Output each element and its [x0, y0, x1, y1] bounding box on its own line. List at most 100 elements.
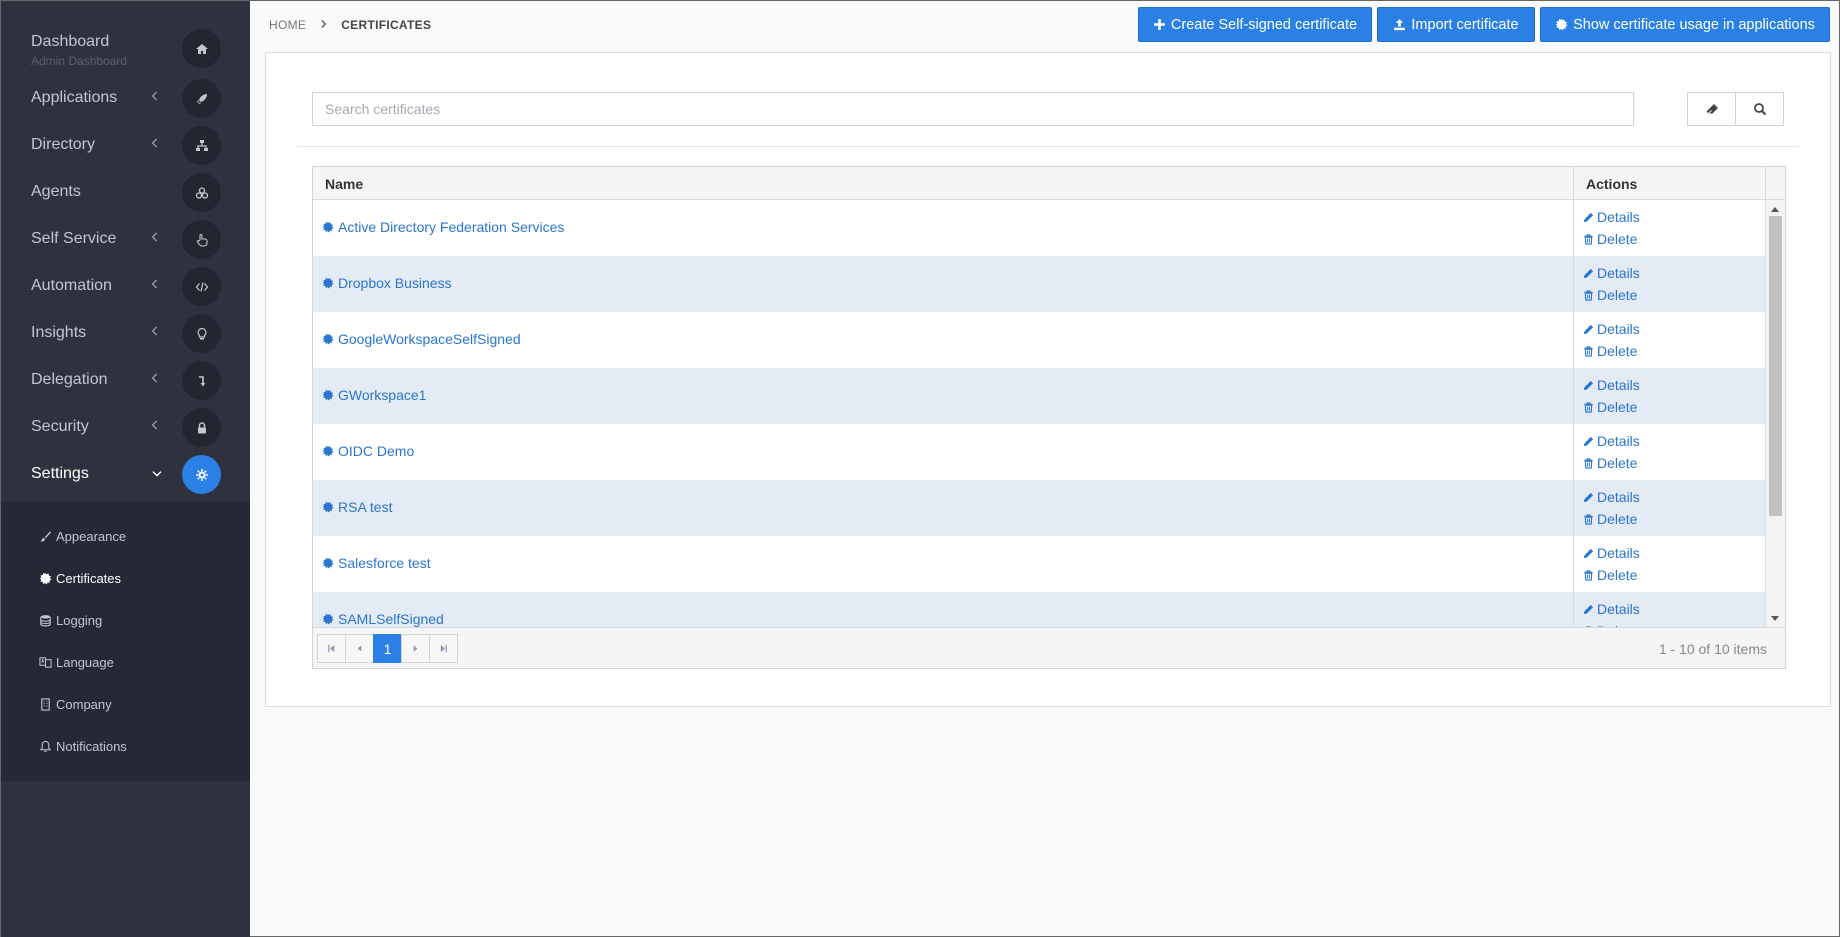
certificate-name-link[interactable]: Active Directory Federation Services	[322, 219, 564, 235]
submenu-item-appearance[interactable]: Appearance	[39, 524, 126, 548]
create-self-signed-certificate-button[interactable]: Create Self-signed certificate	[1138, 7, 1372, 42]
language-icon	[39, 656, 52, 668]
sidebar-item-security[interactable]: Security	[1, 404, 250, 451]
certificate-name-link[interactable]: Salesforce test	[322, 555, 431, 571]
sidebar-item-dashboard[interactable]: Dashboard Admin Dashboard	[1, 25, 250, 72]
sidebar-item-label: Settings	[31, 465, 89, 482]
delete-label: Delete	[1597, 287, 1638, 303]
delete-link[interactable]: Delete	[1583, 399, 1637, 415]
search-input[interactable]	[313, 93, 1633, 125]
details-link[interactable]: Details	[1583, 489, 1640, 505]
certificate-name-link[interactable]: Dropbox Business	[322, 275, 452, 291]
sidebar-item-label: Agents	[31, 183, 81, 200]
pencil-icon	[1583, 212, 1594, 222]
certificate-name-link[interactable]: GoogleWorkspaceSelfSigned	[322, 331, 521, 347]
row-actions: Details Delete	[1573, 368, 1765, 424]
breadcrumb-home[interactable]: HOME	[269, 18, 306, 32]
details-link[interactable]: Details	[1583, 377, 1640, 393]
header-scroll-spacer	[1765, 167, 1785, 200]
show-certificate-usage-button[interactable]: Show certificate usage in applications	[1540, 7, 1830, 42]
certificate-icon	[322, 277, 334, 289]
import-certificate-button[interactable]: Import certificate	[1377, 7, 1535, 42]
database-icon	[40, 614, 51, 626]
breadcrumb: HOME CERTIFICATES	[269, 17, 431, 32]
column-header-name[interactable]: Name	[325, 176, 363, 192]
row-actions: Details Delete	[1573, 424, 1765, 480]
sidebar: Dashboard Admin Dashboard Applications D…	[1, 1, 250, 937]
chevron-left-icon	[151, 136, 163, 152]
table-row: Salesforce test Details Delete	[313, 536, 1765, 592]
search-button[interactable]	[1735, 92, 1784, 126]
scroll-down-arrow-icon[interactable]	[1771, 616, 1779, 621]
table-row: SAMLSelfSigned Details Delete	[313, 592, 1765, 627]
settings-submenu: Appearance Certificates Logging Language…	[1, 501, 250, 781]
sidebar-item-applications[interactable]: Applications	[1, 75, 250, 122]
row-actions: Details Delete	[1573, 536, 1765, 592]
grid-scrollbar[interactable]	[1765, 200, 1785, 627]
delete-label: Delete	[1597, 511, 1638, 527]
certificate-icon	[1555, 18, 1568, 31]
submenu-item-label: Notifications	[56, 738, 127, 754]
column-header-actions: Actions	[1586, 176, 1638, 192]
scroll-thumb[interactable]	[1769, 216, 1782, 516]
delete-label: Delete	[1597, 399, 1638, 415]
grid-header: Name Actions	[313, 167, 1785, 200]
previous-page-button[interactable]	[345, 634, 374, 663]
sidebar-item-settings[interactable]: Settings	[1, 451, 250, 498]
chevron-right-icon	[320, 17, 327, 32]
submenu-item-notifications[interactable]: Notifications	[39, 734, 127, 758]
first-page-icon	[328, 644, 335, 653]
sidebar-item-insights[interactable]: Insights	[1, 310, 250, 357]
sidebar-item-agents[interactable]: Agents	[1, 169, 250, 216]
details-label: Details	[1597, 433, 1640, 449]
trash-icon	[1584, 289, 1593, 301]
certificate-name-link[interactable]: RSA test	[322, 499, 392, 515]
submenu-item-company[interactable]: Company	[39, 692, 112, 716]
row-actions: Details Delete	[1573, 480, 1765, 536]
submenu-item-label: Certificates	[56, 570, 122, 586]
certificate-name: SAMLSelfSigned	[338, 611, 444, 627]
details-link[interactable]: Details	[1583, 433, 1640, 449]
delete-link[interactable]: Delete	[1583, 231, 1637, 247]
home-icon	[182, 29, 221, 68]
submenu-item-certificates[interactable]: Certificates	[39, 566, 121, 590]
next-page-button[interactable]	[401, 634, 430, 663]
sidebar-item-directory[interactable]: Directory	[1, 122, 250, 169]
details-label: Details	[1597, 209, 1640, 225]
certificate-icon	[322, 333, 334, 345]
delete-link[interactable]: Delete	[1583, 567, 1637, 583]
scroll-up-arrow-icon[interactable]	[1771, 207, 1779, 212]
details-link[interactable]: Details	[1583, 601, 1640, 617]
grid-body: Active Directory Federation Services Det…	[313, 200, 1765, 627]
details-link[interactable]: Details	[1583, 545, 1640, 561]
submenu-item-logging[interactable]: Logging	[39, 608, 102, 632]
column-header-actions-cell: Actions	[1573, 167, 1785, 200]
delete-link[interactable]: Delete	[1583, 511, 1637, 527]
details-link[interactable]: Details	[1583, 265, 1640, 281]
hand-pointer-icon	[182, 220, 221, 259]
next-page-icon	[413, 645, 418, 652]
sidebar-item-delegation[interactable]: Delegation	[1, 357, 250, 404]
table-row: OIDC Demo Details Delete	[313, 424, 1765, 480]
certificates-panel: Name Actions Active Directory Federation…	[265, 52, 1831, 707]
first-page-button[interactable]	[317, 634, 346, 663]
last-page-button[interactable]	[429, 634, 458, 663]
pencil-icon	[1583, 604, 1594, 614]
page-1-button[interactable]: 1	[373, 634, 402, 663]
delete-link[interactable]: Delete	[1583, 343, 1637, 359]
sidebar-item-automation[interactable]: Automation	[1, 263, 250, 310]
sidebar-item-self-service[interactable]: Self Service	[1, 216, 250, 263]
delete-link[interactable]: Delete	[1583, 287, 1637, 303]
submenu-item-language[interactable]: Language	[39, 650, 114, 674]
certificate-icon	[39, 571, 52, 585]
certificate-name-link[interactable]: GWorkspace1	[322, 387, 426, 403]
sidebar-item-sublabel: Admin Dashboard	[31, 54, 128, 68]
certificate-name-link[interactable]: OIDC Demo	[322, 443, 414, 459]
clear-search-button[interactable]	[1687, 92, 1736, 126]
submenu-item-label: Language	[56, 654, 114, 670]
details-link[interactable]: Details	[1583, 209, 1640, 225]
delete-link[interactable]: Delete	[1583, 455, 1637, 471]
certificates-grid: Name Actions Active Directory Federation…	[312, 166, 1786, 669]
certificate-name-link[interactable]: SAMLSelfSigned	[322, 611, 444, 627]
details-link[interactable]: Details	[1583, 321, 1640, 337]
